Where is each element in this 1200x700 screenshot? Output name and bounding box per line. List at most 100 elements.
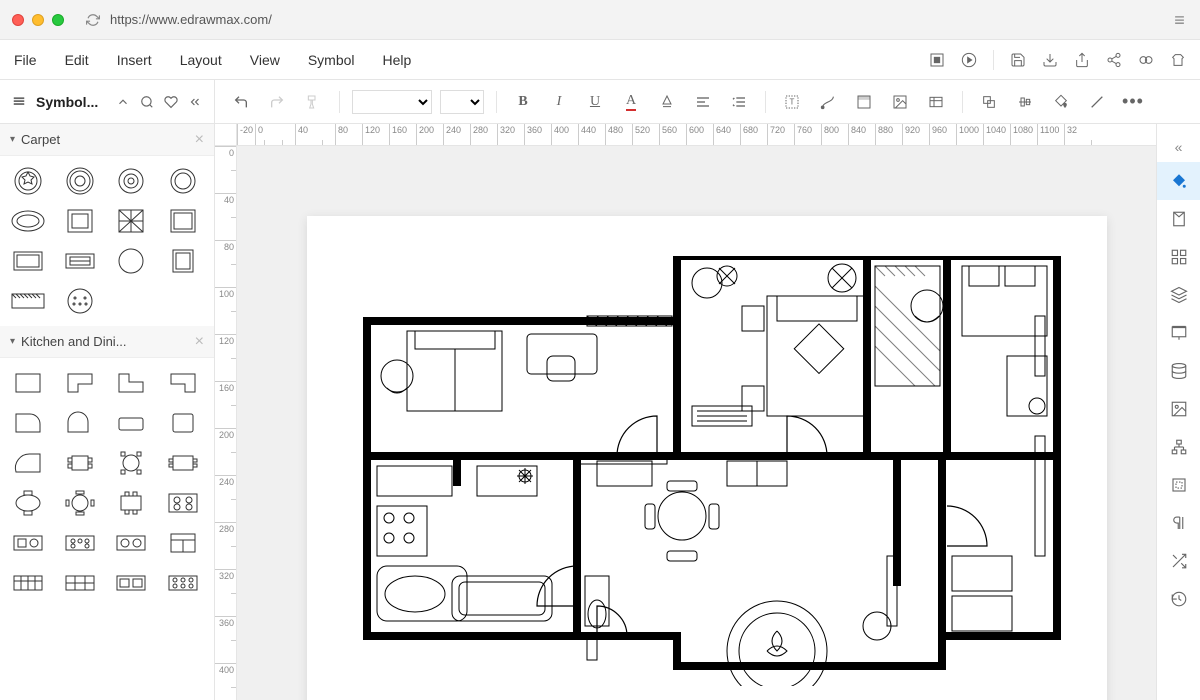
carpet-shape[interactable]: [8, 286, 48, 316]
download-icon[interactable]: [1042, 52, 1058, 68]
close-panel-icon[interactable]: ×: [195, 131, 204, 149]
shuffle-tool[interactable]: [1157, 542, 1200, 580]
layers-tool[interactable]: [1157, 276, 1200, 314]
presentation-tool[interactable]: [1157, 314, 1200, 352]
group-button[interactable]: [975, 88, 1003, 116]
menu-insert[interactable]: Insert: [117, 52, 152, 68]
kitchen-shape[interactable]: [60, 568, 100, 598]
italic-button[interactable]: I: [545, 88, 573, 116]
maximize-window-button[interactable]: [52, 14, 64, 26]
kitchen-shape[interactable]: [111, 408, 151, 438]
page-tool[interactable]: [1157, 200, 1200, 238]
font-family-select[interactable]: [352, 90, 432, 114]
kitchen-shape[interactable]: [163, 488, 203, 518]
carpet-shape[interactable]: [111, 206, 151, 236]
shirt-icon[interactable]: [1170, 52, 1186, 68]
kitchen-shape[interactable]: [8, 568, 48, 598]
align-objects-button[interactable]: [1011, 88, 1039, 116]
kitchen-shape[interactable]: [163, 568, 203, 598]
kitchen-shape[interactable]: [163, 528, 203, 558]
kitchen-shape[interactable]: [111, 528, 151, 558]
kitchen-shape[interactable]: [111, 488, 151, 518]
kitchen-shape[interactable]: [60, 528, 100, 558]
table-button[interactable]: [922, 88, 950, 116]
panel-carpet-header[interactable]: ▾ Carpet ×: [0, 124, 214, 156]
kitchen-shape[interactable]: [8, 528, 48, 558]
fill-style-tool[interactable]: [1157, 162, 1200, 200]
close-window-button[interactable]: [12, 14, 24, 26]
history-tool[interactable]: [1157, 580, 1200, 618]
carpet-shape[interactable]: [60, 286, 100, 316]
format-painter-button[interactable]: [299, 88, 327, 116]
kitchen-shape[interactable]: [163, 368, 203, 398]
carpet-shape[interactable]: [163, 246, 203, 276]
browser-menu-icon[interactable]: ≡: [1172, 15, 1188, 25]
kitchen-shape[interactable]: [111, 368, 151, 398]
text-tool-button[interactable]: T: [778, 88, 806, 116]
canvas-viewport[interactable]: [237, 146, 1156, 700]
share-icon[interactable]: [1106, 52, 1122, 68]
kitchen-shape[interactable]: [163, 448, 203, 478]
line-spacing-button[interactable]: [725, 88, 753, 116]
carpet-shape[interactable]: [60, 206, 100, 236]
search-icon[interactable]: [140, 95, 154, 109]
menu-help[interactable]: Help: [383, 52, 412, 68]
carpet-shape[interactable]: [8, 246, 48, 276]
close-panel-icon[interactable]: ×: [195, 333, 204, 351]
carpet-shape[interactable]: [60, 166, 100, 196]
kitchen-shape[interactable]: [60, 488, 100, 518]
export-icon[interactable]: [1074, 52, 1090, 68]
line-style-button[interactable]: [1083, 88, 1111, 116]
more-button[interactable]: •••: [1119, 88, 1147, 116]
grid-tool[interactable]: [1157, 238, 1200, 276]
crop-tool[interactable]: [1157, 466, 1200, 504]
kitchen-shape[interactable]: [60, 448, 100, 478]
carpet-shape[interactable]: [163, 206, 203, 236]
carpet-shape[interactable]: [8, 166, 48, 196]
container-button[interactable]: [850, 88, 878, 116]
kitchen-shape[interactable]: [8, 368, 48, 398]
kitchen-shape[interactable]: [111, 448, 151, 478]
preview-icon[interactable]: [1138, 52, 1154, 68]
chevron-left-double-icon[interactable]: [188, 95, 202, 109]
save-icon[interactable]: [1010, 52, 1026, 68]
floor-plan-drawing[interactable]: [347, 256, 1067, 686]
connector-button[interactable]: [814, 88, 842, 116]
carpet-shape[interactable]: [60, 246, 100, 276]
align-button[interactable]: [689, 88, 717, 116]
redo-button[interactable]: [263, 88, 291, 116]
paragraph-tool[interactable]: [1157, 504, 1200, 542]
drawing-paper[interactable]: [307, 216, 1107, 700]
kitchen-shape[interactable]: [8, 448, 48, 478]
image-button[interactable]: [886, 88, 914, 116]
carpet-shape[interactable]: [111, 246, 151, 276]
fill-button[interactable]: [1047, 88, 1075, 116]
menu-edit[interactable]: Edit: [65, 52, 89, 68]
font-size-select[interactable]: [440, 90, 484, 114]
kitchen-shape[interactable]: [111, 568, 151, 598]
play-icon[interactable]: [961, 52, 977, 68]
menu-layout[interactable]: Layout: [180, 52, 222, 68]
kitchen-shape[interactable]: [60, 368, 100, 398]
data-tool[interactable]: [1157, 352, 1200, 390]
capture-icon[interactable]: [929, 52, 945, 68]
carpet-shape[interactable]: [111, 166, 151, 196]
menu-symbol[interactable]: Symbol: [308, 52, 355, 68]
image-tool[interactable]: [1157, 390, 1200, 428]
font-color-button[interactable]: A: [617, 88, 645, 116]
reload-icon[interactable]: [86, 13, 100, 27]
kitchen-shape[interactable]: [8, 488, 48, 518]
kitchen-shape[interactable]: [60, 408, 100, 438]
highlight-button[interactable]: [653, 88, 681, 116]
minimize-window-button[interactable]: [32, 14, 44, 26]
underline-button[interactable]: U: [581, 88, 609, 116]
carpet-shape[interactable]: [8, 206, 48, 236]
panel-kitchen-header[interactable]: ▾ Kitchen and Dini... ×: [0, 326, 214, 358]
undo-button[interactable]: [227, 88, 255, 116]
menu-view[interactable]: View: [250, 52, 280, 68]
collapse-right-icon[interactable]: «: [1157, 132, 1200, 162]
kitchen-shape[interactable]: [8, 408, 48, 438]
address-bar[interactable]: https://www.edrawmax.com/: [76, 12, 1160, 27]
collapse-up-icon[interactable]: [116, 95, 130, 109]
carpet-shape[interactable]: [163, 166, 203, 196]
